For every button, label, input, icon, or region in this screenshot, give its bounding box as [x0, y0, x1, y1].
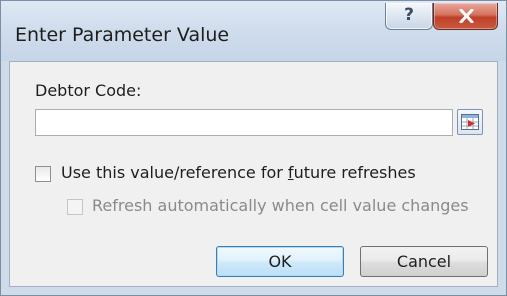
close-icon	[459, 9, 474, 23]
help-icon: ?	[404, 5, 414, 25]
ok-button[interactable]: OK	[216, 246, 344, 277]
cancel-button[interactable]: Cancel	[360, 246, 488, 277]
future-refresh-label[interactable]: Use this value/reference for future refr…	[61, 163, 416, 182]
parameter-dialog: Enter Parameter Value ? Debtor Code: Use…	[0, 0, 507, 296]
future-refresh-checkbox[interactable]	[35, 166, 51, 182]
auto-refresh-checkbox[interactable]	[67, 199, 83, 215]
close-button[interactable]	[433, 3, 498, 30]
range-picker-button[interactable]	[457, 109, 483, 135]
auto-refresh-label: Refresh automatically when cell value ch…	[92, 196, 469, 215]
dialog-title: Enter Parameter Value	[15, 24, 230, 46]
debtor-code-input[interactable]	[35, 109, 453, 136]
debtor-code-label: Debtor Code:	[35, 81, 142, 100]
title-bar[interactable]: Enter Parameter Value ?	[1, 1, 506, 61]
dialog-body: Debtor Code: Use this value/reference fo…	[9, 61, 498, 287]
help-button[interactable]: ?	[385, 3, 433, 30]
collapse-dialog-icon	[461, 114, 479, 130]
